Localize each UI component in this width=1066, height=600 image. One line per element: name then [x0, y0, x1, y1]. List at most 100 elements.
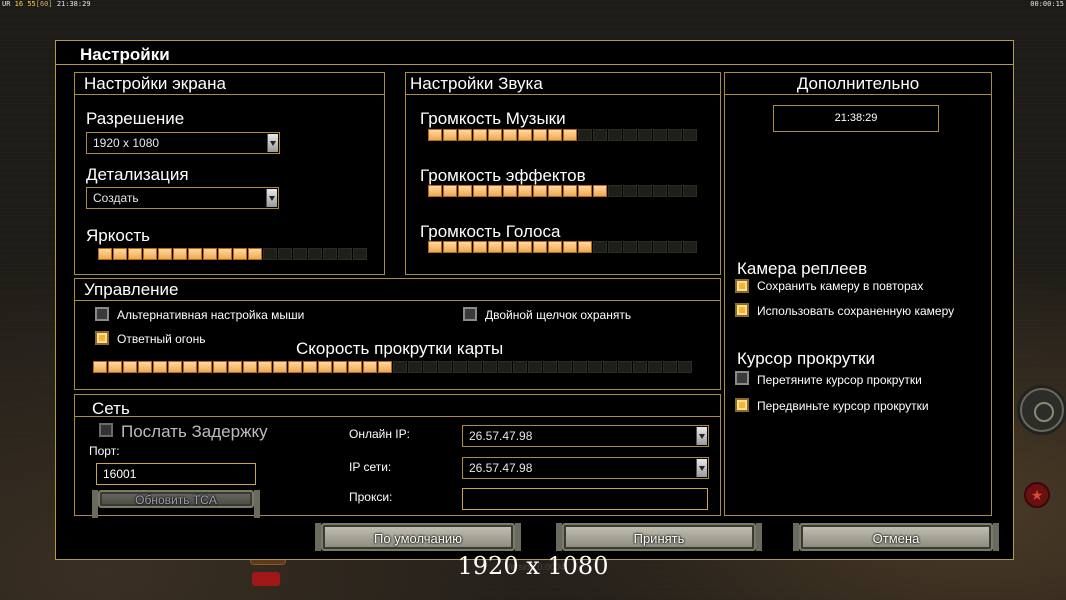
- slider-segment[interactable]: [638, 129, 652, 141]
- slider-segment[interactable]: [533, 185, 547, 197]
- slider-segment[interactable]: [473, 185, 487, 197]
- slider-segment[interactable]: [648, 361, 662, 373]
- slider-segment[interactable]: [683, 129, 697, 141]
- slider-segment[interactable]: [683, 185, 697, 197]
- slider-segment[interactable]: [588, 361, 602, 373]
- slider-segment[interactable]: [638, 241, 652, 253]
- slider-segment[interactable]: [438, 361, 452, 373]
- slider-segment[interactable]: [423, 361, 437, 373]
- slider-segment[interactable]: [98, 248, 112, 260]
- slider-segment[interactable]: [258, 361, 272, 373]
- slider-segment[interactable]: [183, 361, 197, 373]
- slider-segment[interactable]: [278, 248, 292, 260]
- slider-segment[interactable]: [218, 248, 232, 260]
- slider-segment[interactable]: [548, 241, 562, 253]
- slider-segment[interactable]: [653, 241, 667, 253]
- slider-segment[interactable]: [128, 248, 142, 260]
- slider-segment[interactable]: [353, 248, 367, 260]
- slider-segment[interactable]: [228, 361, 242, 373]
- slider-segment[interactable]: [533, 129, 547, 141]
- chevron-down-icon[interactable]: [696, 459, 707, 477]
- slider-segment[interactable]: [563, 185, 577, 197]
- scroll-speed-slider[interactable]: [93, 361, 692, 374]
- slider-segment[interactable]: [333, 361, 347, 373]
- slider-segment[interactable]: [543, 361, 557, 373]
- slider-segment[interactable]: [198, 361, 212, 373]
- slider-segment[interactable]: [443, 129, 457, 141]
- slider-segment[interactable]: [518, 129, 532, 141]
- slider-segment[interactable]: [593, 241, 607, 253]
- slider-segment[interactable]: [243, 361, 257, 373]
- slider-segment[interactable]: [338, 248, 352, 260]
- port-input[interactable]: 16001: [96, 463, 256, 485]
- slider-segment[interactable]: [263, 248, 277, 260]
- slider-segment[interactable]: [593, 129, 607, 141]
- slider-segment[interactable]: [428, 241, 442, 253]
- slider-segment[interactable]: [623, 185, 637, 197]
- slider-segment[interactable]: [473, 241, 487, 253]
- slider-segment[interactable]: [473, 129, 487, 141]
- slider-segment[interactable]: [488, 241, 502, 253]
- slider-segment[interactable]: [488, 185, 502, 197]
- effects-volume-slider[interactable]: [428, 185, 697, 198]
- slider-segment[interactable]: [518, 241, 532, 253]
- slider-segment[interactable]: [443, 241, 457, 253]
- slider-segment[interactable]: [428, 129, 442, 141]
- slider-segment[interactable]: [618, 361, 632, 373]
- slider-segment[interactable]: [143, 248, 157, 260]
- detail-select[interactable]: Создать: [86, 187, 279, 209]
- slider-segment[interactable]: [503, 129, 517, 141]
- slider-segment[interactable]: [663, 361, 677, 373]
- slider-segment[interactable]: [608, 241, 622, 253]
- slider-segment[interactable]: [293, 248, 307, 260]
- slider-segment[interactable]: [443, 185, 457, 197]
- slider-segment[interactable]: [488, 129, 502, 141]
- slider-segment[interactable]: [173, 248, 187, 260]
- slider-segment[interactable]: [578, 129, 592, 141]
- slider-segment[interactable]: [653, 129, 667, 141]
- chevron-down-icon[interactable]: [696, 427, 707, 445]
- slider-segment[interactable]: [563, 129, 577, 141]
- slider-segment[interactable]: [158, 248, 172, 260]
- slider-segment[interactable]: [503, 185, 517, 197]
- cancel-button[interactable]: Отмена: [793, 523, 999, 551]
- slider-segment[interactable]: [323, 248, 337, 260]
- slider-segment[interactable]: [623, 129, 637, 141]
- slider-segment[interactable]: [678, 361, 692, 373]
- slider-segment[interactable]: [213, 361, 227, 373]
- slider-segment[interactable]: [668, 185, 682, 197]
- music-volume-slider[interactable]: [428, 129, 697, 142]
- slider-segment[interactable]: [458, 129, 472, 141]
- slider-segment[interactable]: [153, 361, 167, 373]
- slider-segment[interactable]: [513, 361, 527, 373]
- move-cursor-checkbox[interactable]: [735, 398, 749, 412]
- slider-segment[interactable]: [578, 185, 592, 197]
- slider-segment[interactable]: [503, 241, 517, 253]
- save-camera-checkbox[interactable]: [735, 279, 749, 293]
- slider-segment[interactable]: [233, 248, 247, 260]
- chevron-down-icon[interactable]: [267, 134, 278, 152]
- slider-segment[interactable]: [603, 361, 617, 373]
- slider-segment[interactable]: [168, 361, 182, 373]
- slider-segment[interactable]: [548, 129, 562, 141]
- slider-segment[interactable]: [203, 248, 217, 260]
- brightness-slider[interactable]: [98, 248, 367, 261]
- slider-segment[interactable]: [578, 241, 592, 253]
- slider-segment[interactable]: [458, 241, 472, 253]
- slider-segment[interactable]: [408, 361, 422, 373]
- lan-ip-select[interactable]: 26.57.47.98: [462, 457, 709, 479]
- slider-segment[interactable]: [548, 185, 562, 197]
- slider-segment[interactable]: [668, 241, 682, 253]
- slider-segment[interactable]: [138, 361, 152, 373]
- slider-segment[interactable]: [453, 361, 467, 373]
- drag-cursor-checkbox[interactable]: [735, 371, 749, 385]
- slider-segment[interactable]: [483, 361, 497, 373]
- slider-segment[interactable]: [668, 129, 682, 141]
- slider-segment[interactable]: [318, 361, 332, 373]
- slider-segment[interactable]: [123, 361, 137, 373]
- slider-segment[interactable]: [653, 185, 667, 197]
- slider-segment[interactable]: [458, 185, 472, 197]
- slider-segment[interactable]: [308, 248, 322, 260]
- slider-segment[interactable]: [248, 248, 262, 260]
- accept-button[interactable]: Принять: [556, 523, 762, 551]
